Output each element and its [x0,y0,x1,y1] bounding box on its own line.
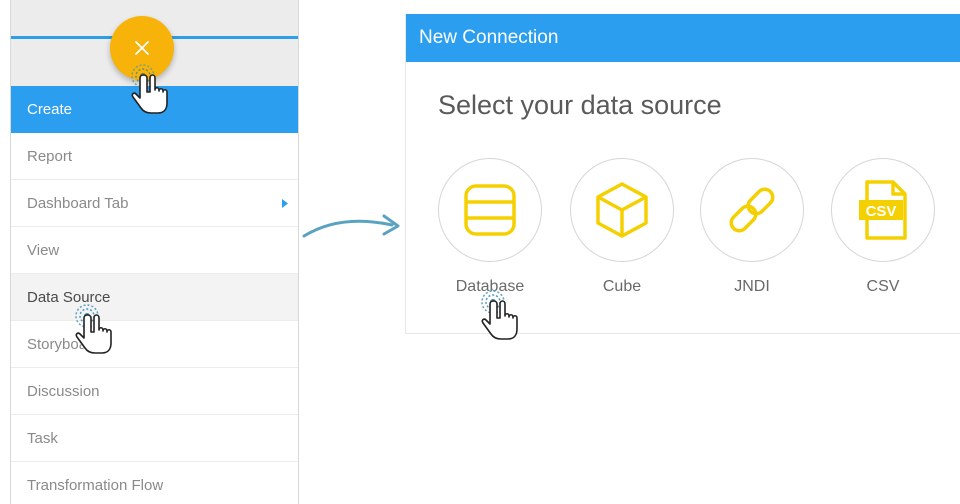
menu-item-label: Transformation Flow [27,477,164,494]
menu-item-report[interactable]: Report [11,133,298,180]
menu-item-label: Task [27,430,58,447]
source-label: JNDI [734,278,770,295]
menu-item-label: Storyboard [27,336,101,353]
close-fab-button[interactable] [110,16,174,80]
source-icon-circle [570,158,674,262]
csv-file-icon: CSV [859,180,907,240]
menu-item-create[interactable]: Create [11,86,298,133]
link-icon [729,187,775,233]
menu-item-label: Create [27,101,73,118]
source-jndi[interactable]: JNDI [700,158,804,296]
menu-item-transformation-flow[interactable]: Transformation Flow [11,462,298,504]
source-icon-circle [700,158,804,262]
chevron-right-icon [282,180,288,227]
menu-list: Create Report Dashboard Tab View Data So… [11,86,298,504]
panel-subtitle: Select your data source [438,90,722,120]
source-icon-circle [438,158,542,262]
source-icon-circle: CSV [831,158,935,262]
source-csv[interactable]: CSV CSV [831,158,935,296]
source-database[interactable]: Database [438,158,542,296]
menu-item-data-source[interactable]: Data Source [11,274,298,321]
new-connection-panel: New Connection Select your data source D… [405,14,960,334]
database-icon [464,184,516,236]
menu-item-dashboard-tab[interactable]: Dashboard Tab [11,180,298,227]
panel-title: New Connection [406,14,960,62]
menu-item-view[interactable]: View [11,227,298,274]
menu-item-task[interactable]: Task [11,415,298,462]
source-cube[interactable]: Cube [570,158,674,296]
csv-badge-text: CSV [866,203,897,220]
menu-item-storyboard[interactable]: Storyboard [11,321,298,368]
close-icon [135,41,149,55]
flow-arrow-icon [302,214,400,238]
menu-item-discussion[interactable]: Discussion [11,368,298,415]
menu-item-label: Data Source [27,289,111,306]
source-label: CSV [866,278,900,295]
menu-item-label: Dashboard Tab [27,195,129,212]
menu-item-label: Discussion [27,383,100,400]
menu-item-label: View [27,242,60,259]
cube-icon [596,182,648,238]
source-label: Database [455,278,525,295]
source-label: Cube [602,278,642,295]
menu-item-label: Report [27,148,73,165]
